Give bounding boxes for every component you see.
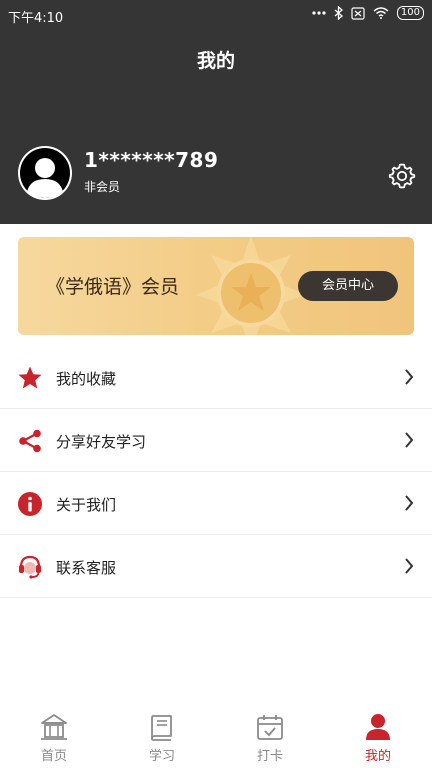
chevron-right-icon: [405, 369, 414, 385]
status-icons: 100: [312, 6, 424, 20]
username: 1*******789: [84, 148, 219, 172]
nav-label: 我的: [364, 749, 391, 764]
menu-item-favorites[interactable]: 我的收藏: [0, 346, 432, 409]
default-avatar-icon: [20, 148, 70, 198]
member-banner[interactable]: 《学俄语》会员 会员中心: [18, 237, 414, 335]
home-icon: [41, 714, 67, 740]
headset-icon: [19, 555, 41, 579]
bluetooth-icon: [334, 6, 343, 20]
banner-title: 《学俄语》会员: [46, 276, 180, 298]
share-icon: [19, 429, 41, 453]
chevron-right-icon: [405, 495, 414, 511]
profile-header: 下午4:10 100 我的 1*******789 非会员: [0, 0, 432, 224]
chevron-right-icon: [405, 432, 414, 448]
sim-icon: [351, 6, 365, 20]
settings-gear-icon[interactable]: [388, 162, 416, 190]
menu-label: 我的收藏: [56, 370, 117, 388]
menu-label: 分享好友学习: [56, 433, 147, 451]
nav-label: 首页: [40, 749, 67, 764]
nav-item-mine[interactable]: 我的: [324, 706, 432, 768]
nav-item-home[interactable]: 首页: [0, 706, 108, 768]
member-status: 非会员: [84, 180, 121, 194]
medal-emblem-icon: [196, 237, 306, 335]
star-icon: [18, 366, 42, 389]
menu-item-share[interactable]: 分享好友学习: [0, 409, 432, 472]
info-icon: [18, 492, 42, 516]
more-dots-icon: [312, 11, 326, 15]
status-time: 下午4:10: [8, 11, 64, 26]
nav-label: 打卡: [256, 749, 283, 764]
menu-label: 关于我们: [56, 496, 117, 514]
book-icon: [151, 715, 172, 741]
nav-label: 学习: [148, 749, 175, 764]
menu-label: 联系客服: [56, 559, 117, 577]
bottom-nav: 首页 学习 打卡 我的: [0, 706, 432, 768]
avatar[interactable]: [18, 146, 72, 200]
chevron-right-icon: [405, 558, 414, 574]
nav-item-checkin[interactable]: 打卡: [216, 706, 324, 768]
menu-list: 我的收藏 分享好友学习 关于我们 联系客服: [0, 346, 432, 598]
battery-indicator: 100: [396, 6, 424, 20]
status-bar: 下午4:10 100: [0, 0, 432, 30]
menu-item-about[interactable]: 关于我们: [0, 472, 432, 535]
wifi-icon: [373, 7, 389, 19]
page-title: 我的: [196, 50, 235, 72]
nav-item-study[interactable]: 学习: [108, 706, 216, 768]
user-icon: [366, 714, 390, 740]
menu-item-customer-service[interactable]: 联系客服: [0, 535, 432, 598]
calendar-check-icon: [257, 715, 283, 740]
member-center-button[interactable]: 会员中心: [298, 271, 398, 301]
